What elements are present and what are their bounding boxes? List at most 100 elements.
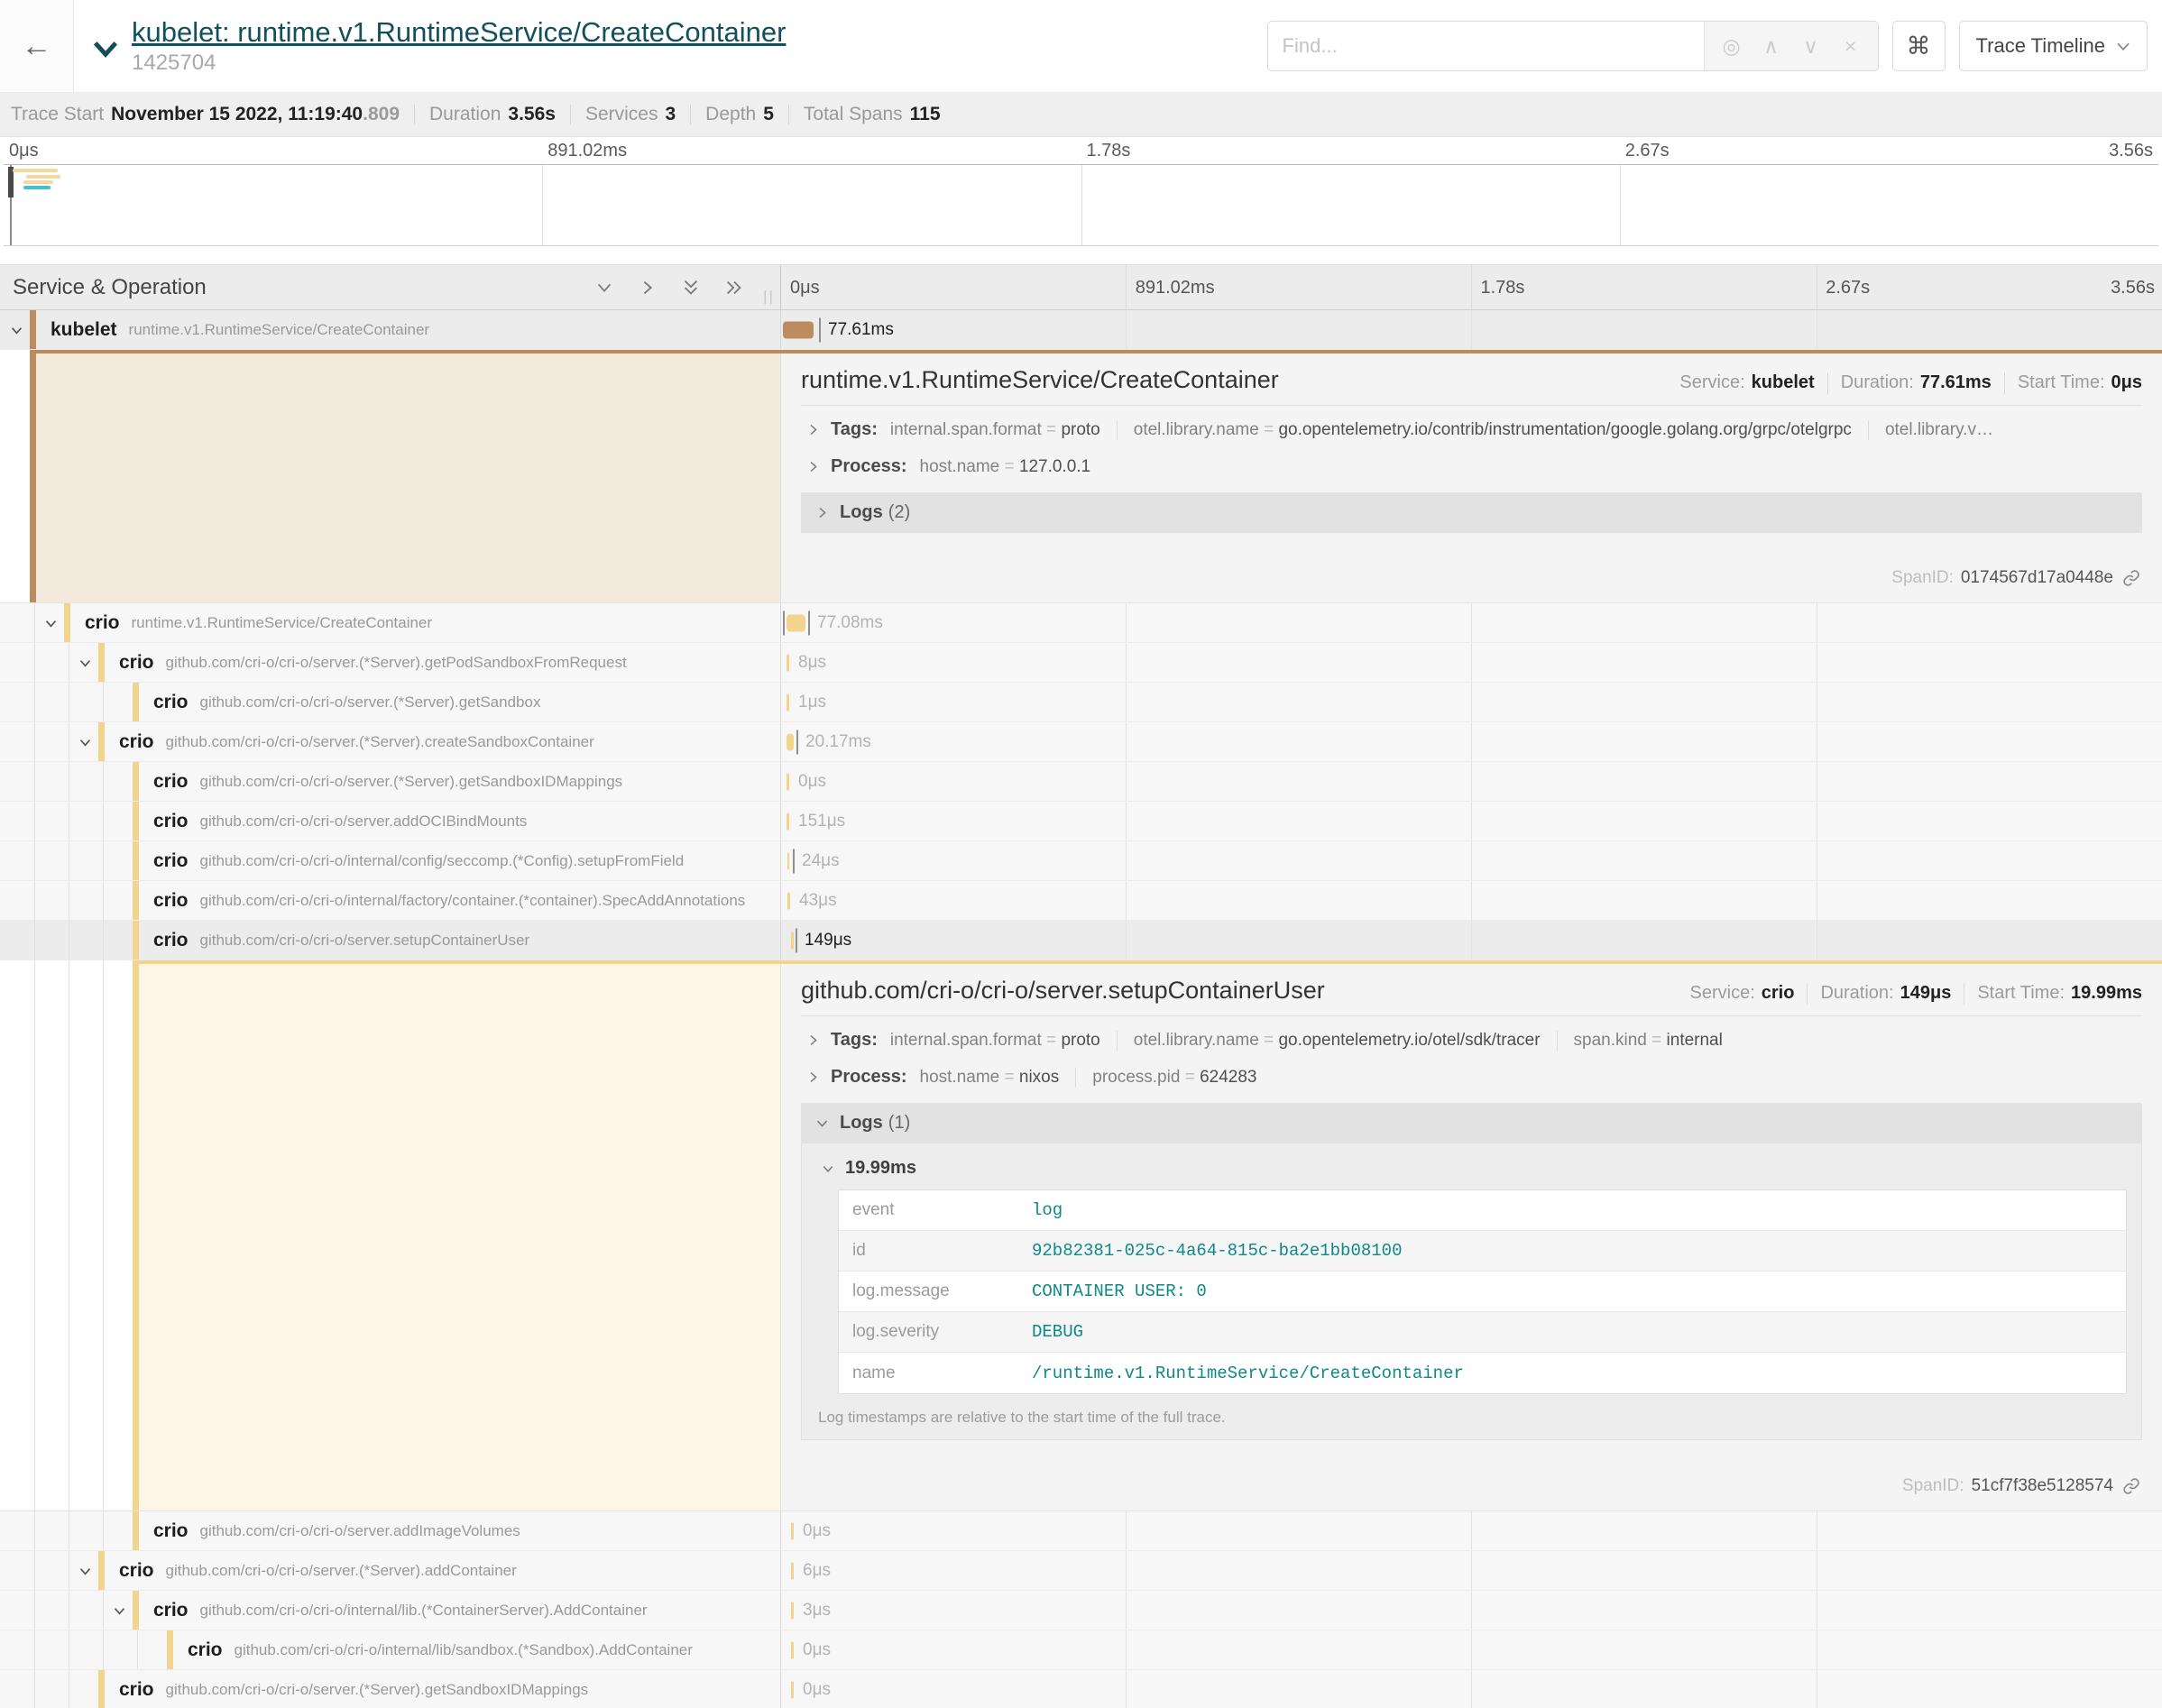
span-duration-bar[interactable] <box>791 932 794 949</box>
span-timeline-cell[interactable]: 20.17ms <box>781 722 2162 761</box>
trace-title-link[interactable]: kubelet: runtime.v1.RuntimeService/Creat… <box>132 17 786 48</box>
span-duration-bar[interactable] <box>787 892 790 909</box>
collapse-all-icon[interactable] <box>681 278 701 298</box>
span-timeline-cell[interactable]: 77.61ms <box>781 310 2162 349</box>
span-timeline-cell[interactable]: 24μs <box>781 841 2162 880</box>
span-name-cell[interactable]: crio runtime.v1.RuntimeService/CreateCon… <box>0 603 781 642</box>
expand-one-icon[interactable] <box>638 278 658 298</box>
locate-span-icon[interactable]: ◎ <box>1712 22 1752 70</box>
span-row[interactable]: crio github.com/cri-o/cri-o/internal/lib… <box>0 1591 2162 1630</box>
span-row[interactable]: crio github.com/cri-o/cri-o/server.addOC… <box>0 802 2162 841</box>
trace-collapse-chevron-icon[interactable] <box>92 40 119 58</box>
span-timeline-cell[interactable]: 0μs <box>781 762 2162 801</box>
log-entry-accordion[interactable]: 19.99ms <box>816 1154 2127 1189</box>
span-row[interactable]: crio github.com/cri-o/cri-o/server.(*Ser… <box>0 1551 2162 1591</box>
span-color-bar <box>30 350 36 602</box>
span-duration-bar[interactable] <box>787 733 794 750</box>
span-name-cell[interactable]: kubelet runtime.v1.RuntimeService/Create… <box>0 310 781 349</box>
process-accordion[interactable]: Process: host.namenixos process.pid62428… <box>801 1059 2142 1096</box>
row-chevron-icon[interactable] <box>78 1564 93 1579</box>
span-name-cell[interactable]: crio github.com/cri-o/cri-o/server.addOC… <box>0 802 781 840</box>
copy-link-icon[interactable] <box>2122 569 2140 587</box>
span-timeline-cell[interactable]: 43μs <box>781 881 2162 920</box>
span-row[interactable]: crio github.com/cri-o/cri-o/server.(*Ser… <box>0 683 2162 722</box>
expand-all-icon[interactable] <box>724 278 744 298</box>
span-duration-bar[interactable] <box>787 773 789 790</box>
span-row[interactable]: crio github.com/cri-o/cri-o/server.addIm… <box>0 1511 2162 1551</box>
span-name-cell[interactable]: crio github.com/cri-o/cri-o/server.(*Ser… <box>0 643 781 682</box>
span-timeline-cell[interactable]: 0μs <box>781 1511 2162 1550</box>
span-timeline-cell[interactable]: 149μs <box>781 921 2162 960</box>
tags-accordion[interactable]: Tags: internal.span.formatproto otel.lib… <box>801 411 2142 448</box>
span-row[interactable]: crio github.com/cri-o/cri-o/server.(*Ser… <box>0 722 2162 762</box>
span-row[interactable]: crio github.com/cri-o/cri-o/server.setup… <box>0 921 2162 960</box>
span-duration-bar[interactable] <box>787 852 789 869</box>
span-timeline-cell[interactable]: 3μs <box>781 1591 2162 1630</box>
span-duration-bar[interactable] <box>787 693 789 711</box>
row-chevron-icon[interactable] <box>43 616 59 631</box>
span-timeline-cell[interactable]: 0μs <box>781 1670 2162 1708</box>
span-name-cell[interactable]: crio github.com/cri-o/cri-o/server.(*Ser… <box>0 1551 781 1590</box>
span-name-cell[interactable]: crio github.com/cri-o/cri-o/server.(*Ser… <box>0 683 781 721</box>
span-duration-bar[interactable] <box>791 1602 794 1619</box>
clear-search-icon[interactable]: × <box>1831 22 1871 70</box>
span-timeline-cell[interactable]: 0μs <box>781 1630 2162 1669</box>
span-name-cell[interactable]: crio github.com/cri-o/cri-o/internal/lib… <box>0 1591 781 1630</box>
span-name-cell[interactable]: crio github.com/cri-o/cri-o/server.addIm… <box>0 1511 781 1550</box>
span-timeline-cell[interactable]: 1μs <box>781 683 2162 721</box>
span-timeline-cell[interactable]: 6μs <box>781 1551 2162 1590</box>
span-name-cell[interactable]: crio github.com/cri-o/cri-o/internal/fac… <box>0 881 781 920</box>
span-row[interactable]: crio github.com/cri-o/cri-o/server.(*Ser… <box>0 1670 2162 1708</box>
span-name-cell[interactable]: crio github.com/cri-o/cri-o/server.(*Ser… <box>0 762 781 801</box>
span-duration-bar[interactable] <box>787 654 789 671</box>
span-color-bar <box>98 722 105 761</box>
span-name-cell[interactable]: crio github.com/cri-o/cri-o/internal/lib… <box>0 1630 781 1669</box>
prev-result-icon[interactable]: ∧ <box>1752 22 1791 70</box>
column-resizer-handle[interactable]: || <box>763 288 775 306</box>
services-label: Services <box>585 104 658 125</box>
tags-accordion[interactable]: Tags: internal.span.formatproto otel.lib… <box>801 1022 2142 1059</box>
span-row[interactable]: crio github.com/cri-o/cri-o/internal/con… <box>0 841 2162 881</box>
span-name-cell[interactable]: crio github.com/cri-o/cri-o/server.(*Ser… <box>0 1670 781 1708</box>
span-name-cell[interactable]: crio github.com/cri-o/cri-o/server.(*Ser… <box>0 722 781 761</box>
span-duration-bar[interactable] <box>791 1562 794 1579</box>
span-row[interactable]: kubelet runtime.v1.RuntimeService/Create… <box>0 310 2162 350</box>
next-result-icon[interactable]: ∨ <box>1791 22 1831 70</box>
row-chevron-icon[interactable] <box>78 735 93 750</box>
minimap-canvas[interactable] <box>4 164 2158 246</box>
chevron-right-icon <box>806 423 820 436</box>
row-chevron-icon[interactable] <box>112 1603 127 1619</box>
span-duration-bar[interactable] <box>783 321 814 338</box>
span-duration-bar[interactable] <box>787 614 805 631</box>
span-timeline-cell[interactable]: 151μs <box>781 802 2162 840</box>
span-row[interactable]: crio github.com/cri-o/cri-o/internal/lib… <box>0 1630 2162 1670</box>
span-row[interactable]: crio github.com/cri-o/cri-o/server.(*Ser… <box>0 762 2162 802</box>
logs-accordion[interactable]: Logs (2) <box>801 492 2142 533</box>
span-row[interactable]: crio github.com/cri-o/cri-o/server.(*Ser… <box>0 643 2162 683</box>
find-input[interactable] <box>1268 22 1704 70</box>
keyboard-shortcuts-button[interactable]: ⌘ <box>1892 21 1946 71</box>
span-duration-bar[interactable] <box>787 813 789 830</box>
span-color-bar <box>98 1670 105 1708</box>
back-button[interactable]: ← <box>0 0 74 92</box>
span-duration-bar[interactable] <box>791 1641 794 1658</box>
span-name-cell[interactable]: crio github.com/cri-o/cri-o/internal/con… <box>0 841 781 880</box>
span-id-value: 51cf7f38e5128574 <box>1972 1476 2113 1496</box>
span-row[interactable]: crio github.com/cri-o/cri-o/internal/fac… <box>0 881 2162 921</box>
span-timeline-cell[interactable]: 77.08ms <box>781 603 2162 642</box>
span-duration-bar[interactable] <box>791 1522 794 1539</box>
span-timeline-cell[interactable]: 8μs <box>781 643 2162 682</box>
span-duration-label: 0μs <box>798 772 826 792</box>
view-selector-button[interactable]: Trace Timeline <box>1959 21 2148 71</box>
process-accordion[interactable]: Process: host.name127.0.0.1 <box>801 448 2142 485</box>
span-duration-bar[interactable] <box>791 1681 794 1698</box>
collapse-one-icon[interactable] <box>594 278 614 298</box>
span-row[interactable]: crio runtime.v1.RuntimeService/CreateCon… <box>0 603 2162 643</box>
span-name-cell[interactable]: crio github.com/cri-o/cri-o/server.setup… <box>0 921 781 960</box>
service-name: crio <box>85 612 120 634</box>
row-chevron-icon[interactable] <box>78 656 93 671</box>
copy-link-icon[interactable] <box>2122 1477 2140 1495</box>
tag-key: otel.library.name <box>1134 420 1279 440</box>
logs-accordion[interactable]: Logs (1) <box>801 1103 2142 1143</box>
row-chevron-icon[interactable] <box>9 323 24 338</box>
